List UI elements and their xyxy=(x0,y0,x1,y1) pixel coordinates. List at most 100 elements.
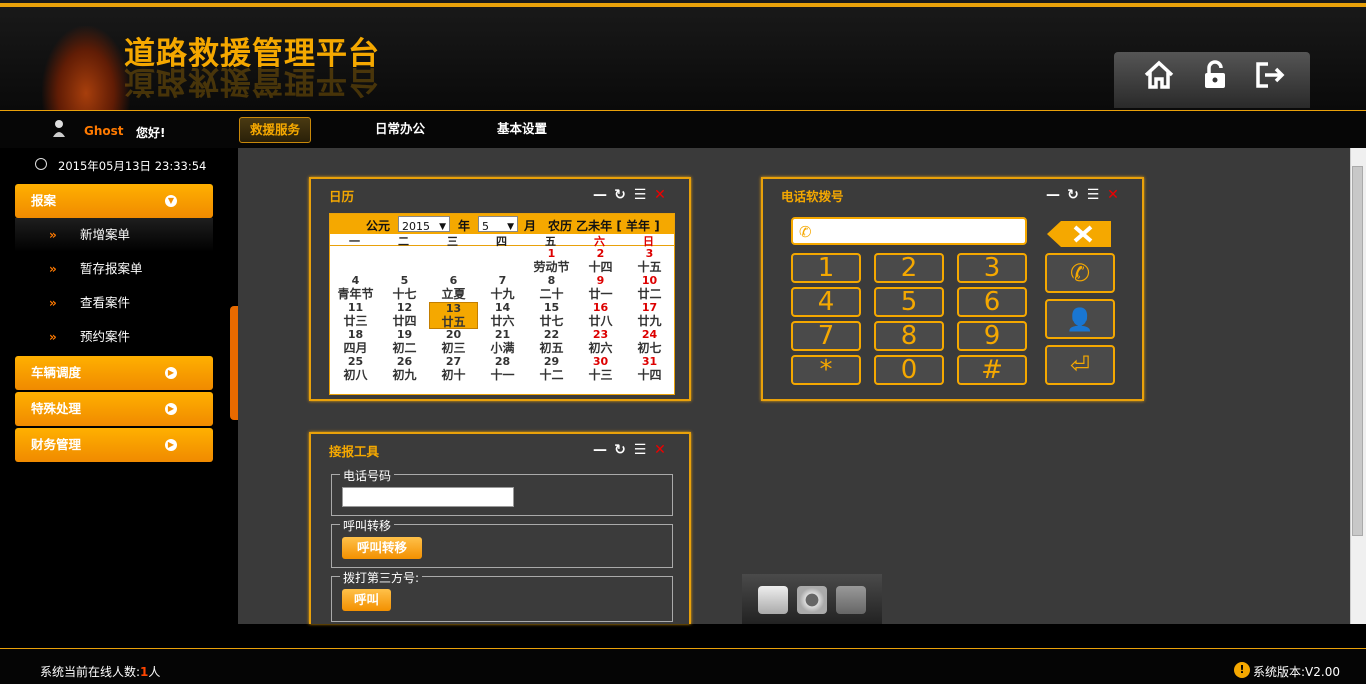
menu-icon[interactable]: ☰ xyxy=(1086,188,1100,202)
dial-key[interactable]: 1 xyxy=(791,253,861,283)
call-button[interactable]: ✆ xyxy=(1045,253,1115,293)
calendar-icon[interactable] xyxy=(758,586,788,614)
calendar-day[interactable]: 28 十一 xyxy=(478,356,527,383)
calendar-day[interactable]: 20 初三 xyxy=(429,329,478,356)
backspace-icon[interactable] xyxy=(1045,219,1113,249)
menu-icon[interactable]: ☰ xyxy=(633,443,647,457)
calendar-day[interactable]: 9 廿一 xyxy=(576,275,625,302)
settings-icon[interactable] xyxy=(797,586,827,614)
unlock-icon[interactable] xyxy=(1198,58,1232,92)
calendar-day[interactable]: 22 初五 xyxy=(527,329,576,356)
calendar-day[interactable]: 3 十五 xyxy=(625,248,674,275)
sidebar-item-booked-case[interactable]: » 预约案件 xyxy=(15,320,213,354)
minimize-icon[interactable]: — xyxy=(593,443,607,457)
scrollbar-thumb[interactable] xyxy=(1352,166,1363,536)
dial-key[interactable]: # xyxy=(957,355,1027,385)
menu-icon[interactable]: ☰ xyxy=(633,188,647,202)
tab-basic-settings[interactable]: 基本设置 xyxy=(486,117,558,143)
menu-report[interactable]: 报案 ▼ xyxy=(15,184,213,218)
dial-key[interactable]: 8 xyxy=(874,321,944,351)
calendar-day[interactable]: 31 十四 xyxy=(625,356,674,383)
close-icon[interactable]: ✕ xyxy=(653,188,667,202)
lunar-day: 初二 xyxy=(392,341,417,355)
calendar-day[interactable]: 21 小满 xyxy=(478,329,527,356)
calendar-day[interactable]: 12 廿四 xyxy=(380,302,429,329)
add-contact-button[interactable]: 👤 xyxy=(1045,299,1115,339)
minimize-icon[interactable]: — xyxy=(593,188,607,202)
fieldset-legend: 拨打第三方号: xyxy=(340,569,423,586)
calendar-day[interactable]: 19 初二 xyxy=(380,329,429,356)
weekday-label: 二 xyxy=(398,235,409,248)
dial-key[interactable]: 4 xyxy=(791,287,861,317)
sidebar-collapse-handle[interactable] xyxy=(230,306,238,420)
calendar-day[interactable]: 2 十四 xyxy=(576,248,625,275)
phone-number-input[interactable] xyxy=(342,487,514,507)
transfer-fieldset: 呼叫转移 呼叫转移 xyxy=(331,517,673,568)
dial-key[interactable]: 6 xyxy=(957,287,1027,317)
close-icon[interactable]: ✕ xyxy=(1106,188,1120,202)
dial-number-input[interactable]: ✆ xyxy=(791,217,1027,245)
lunar-day: 青年节 xyxy=(337,287,374,301)
dial-key[interactable]: 7 xyxy=(791,321,861,351)
calendar-day[interactable]: 14 廿六 xyxy=(478,302,527,329)
day-number: 12 xyxy=(396,301,413,314)
calendar-day[interactable]: 10 廿二 xyxy=(625,275,674,302)
year-select[interactable]: 2015 ▼ xyxy=(398,216,450,233)
calendar-day[interactable]: 4 青年节 xyxy=(331,275,380,302)
double-chevron-icon: » xyxy=(49,228,57,242)
calendar-day[interactable]: 16 廿八 xyxy=(576,302,625,329)
dial-key[interactable]: 9 xyxy=(957,321,1027,351)
dial-key[interactable]: 3 xyxy=(957,253,1027,283)
lunar-day: 廿八 xyxy=(588,314,613,328)
calendar-day[interactable]: 1 劳动节 xyxy=(527,248,576,275)
dial-key[interactable]: 5 xyxy=(874,287,944,317)
call-third-party-button[interactable]: 呼叫 xyxy=(342,589,391,611)
calendar-day[interactable]: 23 初六 xyxy=(576,329,625,356)
calendar-day[interactable]: 27 初十 xyxy=(429,356,478,383)
minimize-icon[interactable]: — xyxy=(1046,188,1060,202)
lunar-day: 初三 xyxy=(441,341,466,355)
calendar-day[interactable]: 30 十三 xyxy=(576,356,625,383)
sidebar-item-new-case[interactable]: » 新增案单 xyxy=(15,218,213,252)
close-icon[interactable]: ✕ xyxy=(653,443,667,457)
call-transfer-button[interactable]: 呼叫转移 xyxy=(342,537,422,559)
lunar-day: 十二 xyxy=(539,368,564,382)
refresh-icon[interactable]: ↻ xyxy=(1066,188,1080,202)
sidebar-item-label: 新增案单 xyxy=(80,227,131,242)
lunar-year: 农历 乙未年 [ 羊年 ] xyxy=(548,219,660,233)
app-title-reflection: 道路救援管理平台 xyxy=(124,63,380,99)
phone-icon[interactable] xyxy=(836,586,866,614)
tab-rescue-service[interactable]: 救援服务 xyxy=(239,117,311,143)
day-number: 25 xyxy=(347,355,364,368)
calendar-day[interactable]: 8 二十 xyxy=(527,275,576,302)
sidebar-item-draft-case[interactable]: » 暂存报案单 xyxy=(15,252,213,286)
dial-key[interactable]: * xyxy=(791,355,861,385)
calendar-day[interactable]: 15 廿七 xyxy=(527,302,576,329)
day-number: 14 xyxy=(494,301,511,314)
menu-special-handling[interactable]: 特殊处理 ▶ xyxy=(15,392,213,426)
calendar-day[interactable]: 6 立夏 xyxy=(429,275,478,302)
sidebar-item-view-case[interactable]: » 查看案件 xyxy=(15,286,213,320)
calendar-day[interactable]: 29 十二 xyxy=(527,356,576,383)
return-button[interactable]: ⏎ xyxy=(1045,345,1115,385)
logout-icon[interactable] xyxy=(1252,58,1286,92)
calendar-day[interactable]: 24 初七 xyxy=(625,329,674,356)
refresh-icon[interactable]: ↻ xyxy=(613,188,627,202)
calendar-day[interactable]: 25 初八 xyxy=(331,356,380,383)
calendar-day[interactable]: 17 廿九 xyxy=(625,302,674,329)
refresh-icon[interactable]: ↻ xyxy=(613,443,627,457)
sidebar-item-label: 暂存报案单 xyxy=(80,261,143,276)
calendar-day[interactable]: 11 廿三 xyxy=(331,302,380,329)
calendar-day[interactable]: 5 十七 xyxy=(380,275,429,302)
home-icon[interactable] xyxy=(1142,58,1176,92)
dial-key[interactable]: 2 xyxy=(874,253,944,283)
menu-vehicle-dispatch[interactable]: 车辆调度 ▶ xyxy=(15,356,213,390)
dial-key[interactable]: 0 xyxy=(874,355,944,385)
menu-finance[interactable]: 财务管理 ▶ xyxy=(15,428,213,462)
tab-daily-office[interactable]: 日常办公 xyxy=(360,117,440,143)
calendar-day[interactable]: 26 初九 xyxy=(380,356,429,383)
calendar-day[interactable]: 18 四月 xyxy=(331,329,380,356)
month-select[interactable]: 5 ▼ xyxy=(478,216,518,233)
calendar-day[interactable]: 13 廿五 xyxy=(429,302,478,329)
calendar-day[interactable]: 7 十九 xyxy=(478,275,527,302)
